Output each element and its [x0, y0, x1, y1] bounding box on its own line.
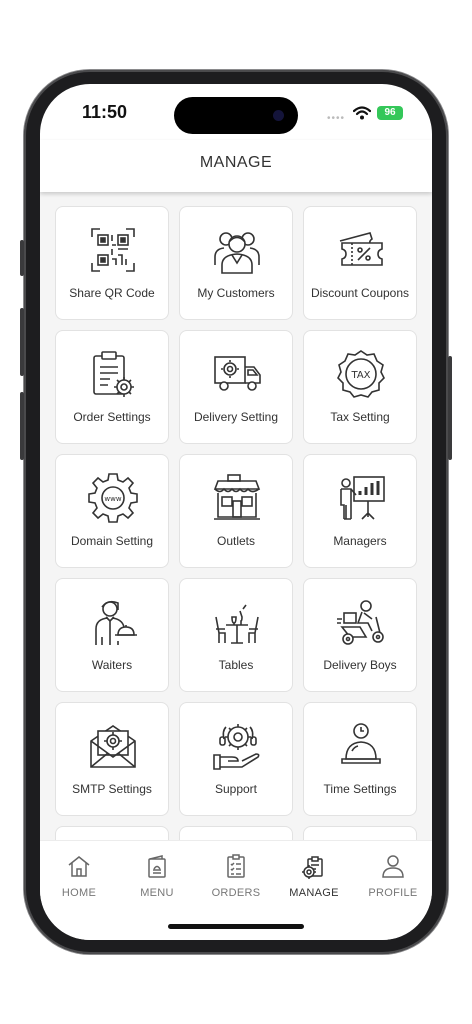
tile-domain-setting[interactable]: www Domain Setting — [55, 454, 169, 568]
svg-text:www: www — [104, 495, 121, 503]
status-time: 11:50 — [82, 102, 128, 122]
tile-label: Tables — [218, 658, 254, 672]
tile-label: Share QR Code — [69, 286, 155, 300]
home-indicator[interactable] — [168, 924, 304, 929]
volume-up-button — [20, 308, 24, 376]
camera-icon — [273, 110, 284, 121]
tile-label: Order Settings — [73, 410, 151, 424]
tile-partial[interactable] — [303, 826, 417, 840]
page-title: MANAGE — [199, 154, 273, 171]
coupon-icon — [339, 232, 383, 266]
qr-code-icon — [91, 228, 135, 272]
tile-share-qr-code[interactable]: Share QR Code — [55, 206, 169, 320]
tile-discount-coupons[interactable]: Discount Coupons — [303, 206, 417, 320]
tab-label: ORDERS — [211, 887, 261, 899]
tile-label: Tax Setting — [330, 410, 390, 424]
orders-clipboard-icon — [227, 854, 245, 878]
tile-label: Support — [214, 782, 258, 796]
manage-grid: Share QR Code My Customers Discount Coup… — [55, 206, 417, 840]
support-hand-icon — [213, 724, 260, 770]
tile-label: SMTP Settings — [72, 782, 152, 796]
profile-icon — [382, 855, 404, 878]
tile-partial[interactable] — [179, 826, 293, 840]
tile-my-customers[interactable]: My Customers — [179, 206, 293, 320]
power-button — [448, 356, 452, 460]
gear-www-icon: www — [88, 473, 138, 523]
tile-support[interactable]: Support — [179, 702, 293, 816]
battery-icon: 96 — [377, 106, 403, 120]
tile-delivery-setting[interactable]: Delivery Setting — [179, 330, 293, 444]
tile-managers[interactable]: Managers — [303, 454, 417, 568]
delivery-truck-icon — [214, 356, 261, 391]
tab-label: MENU — [140, 887, 174, 899]
tile-label: Discount Coupons — [310, 286, 410, 300]
signal-icon: •••• — [327, 113, 346, 124]
tile-label: Time Settings — [323, 782, 397, 796]
cloche-clock-icon — [341, 723, 381, 764]
scooter-rider-icon — [337, 600, 384, 645]
tab-orders[interactable]: ORDERS — [197, 853, 275, 899]
tile-label: Managers — [333, 534, 387, 548]
svg-text:TAX: TAX — [350, 370, 370, 381]
tax-badge-icon: TAX — [337, 350, 385, 398]
page-header: MANAGE — [40, 140, 432, 192]
action-button — [20, 240, 24, 276]
waiter-icon — [95, 600, 137, 645]
tile-label: Delivery Setting — [193, 410, 279, 424]
tile-label: Waiters — [91, 658, 133, 672]
tab-label: PROFILE — [368, 887, 418, 899]
manage-grid-area[interactable]: Share QR Code My Customers Discount Coup… — [40, 192, 432, 840]
volume-down-button — [20, 392, 24, 460]
tile-partial[interactable] — [55, 826, 169, 840]
menu-book-icon — [148, 855, 166, 878]
tab-label: HOME — [61, 887, 97, 899]
dynamic-island — [174, 97, 298, 134]
tile-smtp-settings[interactable]: SMTP Settings — [55, 702, 169, 816]
clipboard-gear-icon — [93, 351, 134, 397]
tile-label: Domain Setting — [70, 534, 154, 548]
tab-menu[interactable]: MENU — [118, 853, 196, 899]
tile-delivery-boys[interactable]: Delivery Boys — [303, 578, 417, 692]
tile-tax-setting[interactable]: TAX Tax Setting — [303, 330, 417, 444]
wifi-icon — [353, 106, 371, 120]
tile-label: My Customers — [197, 286, 275, 300]
tile-label: Outlets — [216, 534, 255, 548]
status-bar: 11:50 •••• 96 — [40, 84, 432, 140]
presentation-icon — [340, 476, 385, 520]
mail-gear-icon — [90, 725, 136, 768]
tile-outlets[interactable]: Outlets — [179, 454, 293, 568]
home-icon — [68, 856, 90, 877]
tile-label: Delivery Boys — [323, 658, 397, 672]
tile-tables[interactable]: Tables — [179, 578, 293, 692]
app-screen: 11:50 •••• 96 MANAGE Share QR Code My Cu… — [40, 84, 432, 940]
tab-profile[interactable]: PROFILE — [354, 853, 432, 899]
tab-home[interactable]: HOME — [40, 853, 118, 899]
tile-waiters[interactable]: Waiters — [55, 578, 169, 692]
tab-manage[interactable]: MANAGE — [275, 853, 353, 899]
manage-icon — [302, 856, 323, 879]
tab-label: MANAGE — [289, 887, 339, 899]
customers-icon — [214, 232, 260, 274]
tile-time-settings[interactable]: Time Settings — [303, 702, 417, 816]
tile-order-settings[interactable]: Order Settings — [55, 330, 169, 444]
storefront-icon — [213, 474, 261, 520]
table-chairs-icon — [215, 604, 259, 644]
